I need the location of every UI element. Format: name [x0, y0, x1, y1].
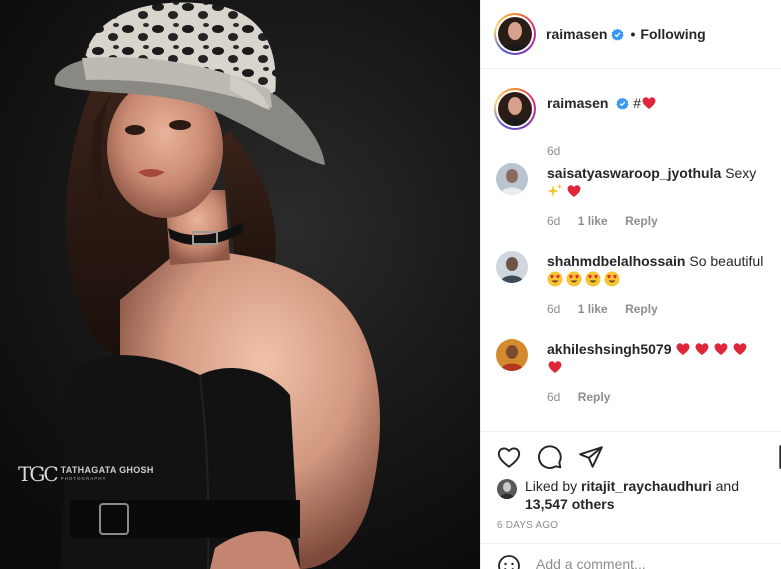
red-heart-emoji-icon [567, 185, 581, 197]
red-heart-emoji-icon [642, 97, 656, 109]
comment-avatar[interactable] [496, 163, 528, 195]
caption-time: 6d [547, 144, 561, 158]
comment-likes[interactable]: 1 like [578, 214, 608, 228]
red-heart-emoji-icon [676, 343, 690, 355]
heart-eyes-emoji-icon [566, 271, 582, 287]
liked-by-prefix: Liked by [525, 478, 578, 494]
heart-eyes-emoji-icon [547, 271, 563, 287]
comment-text: Sexy [725, 165, 757, 181]
comment-meta: 6d 1 like Reply [547, 214, 672, 228]
comment-username[interactable]: saisatyaswaroop_jyothula [547, 165, 721, 181]
red-heart-emoji-icon [714, 343, 728, 355]
comment-avatar[interactable] [496, 339, 528, 371]
caption-username[interactable]: raimasen [547, 95, 608, 111]
following-button[interactable]: Following [640, 26, 705, 42]
avatar[interactable] [494, 13, 536, 55]
red-heart-emoji-icon [695, 343, 709, 355]
post-timestamp[interactable]: 6 DAYS AGO [497, 520, 558, 531]
caption-text: # [633, 95, 642, 111]
post-actions: Liked by ritajit_raychaudhuri and 13,547… [481, 431, 781, 569]
post-sidebar: raimasen • Following raimasen # 6d saisa… [480, 0, 781, 569]
sparkles-emoji-icon [547, 184, 562, 197]
watermark-sub: PHOTOGRAPHY [60, 476, 107, 482]
likes-summary: Liked by ritajit_raychaudhuri and 13,547… [497, 477, 775, 513]
comment-likes[interactable]: 1 like [578, 302, 608, 316]
share-icon[interactable] [578, 444, 604, 470]
liked-by-user[interactable]: ritajit_raychaudhuri [581, 478, 712, 494]
header-separator: • [630, 26, 636, 42]
save-icon[interactable] [776, 444, 781, 470]
post-photo[interactable]: TGC TATHAGATA GHOSH PHOTOGRAPHY [0, 0, 480, 569]
watermark-monogram: TGC [18, 462, 59, 486]
caption-meta: 6d [547, 144, 574, 158]
verified-badge-icon [616, 97, 629, 110]
verified-badge-icon [611, 28, 625, 41]
add-comment-bar: Add a comment... [481, 543, 781, 569]
comment-icon[interactable] [537, 444, 563, 470]
comment-time: 6d [547, 214, 561, 228]
comment-username[interactable]: akhileshsingh5079 [547, 341, 672, 357]
header-username[interactable]: raimasen [546, 26, 607, 42]
post-header: raimasen • Following [481, 0, 781, 69]
reply-button[interactable]: Reply [625, 302, 658, 316]
red-heart-emoji-icon [548, 361, 562, 373]
heart-eyes-emoji-icon [585, 271, 601, 287]
comment-time: 6d [547, 390, 561, 404]
comment-text: So beautiful [689, 253, 764, 269]
comment-time: 6d [547, 302, 561, 316]
caption-avatar[interactable] [494, 88, 536, 130]
heart-icon[interactable] [496, 444, 522, 470]
watermark-name: TATHAGATA GHOSH [60, 465, 154, 476]
comments-list: raimasen # 6d saisatyaswaroop_jyothula S… [481, 70, 781, 431]
reply-button[interactable]: Reply [625, 214, 658, 228]
reply-button[interactable]: Reply [578, 390, 611, 404]
comment-username[interactable]: shahmdbelalhossain [547, 253, 685, 269]
smiley-icon[interactable] [497, 554, 521, 569]
comment-meta: 6d 1 like Reply [547, 302, 672, 316]
liker-avatar[interactable] [497, 479, 517, 499]
add-comment-input[interactable]: Add a comment... [536, 556, 646, 569]
comment-meta: 6d Reply [547, 390, 624, 404]
liked-by-and: and [715, 478, 739, 494]
liked-by-others[interactable]: 13,547 others [525, 496, 615, 512]
red-heart-emoji-icon [733, 343, 747, 355]
heart-eyes-emoji-icon [604, 271, 620, 287]
comment-avatar[interactable] [496, 251, 528, 283]
photographer-watermark: TGC TATHAGATA GHOSH PHOTOGRAPHY [18, 462, 154, 486]
